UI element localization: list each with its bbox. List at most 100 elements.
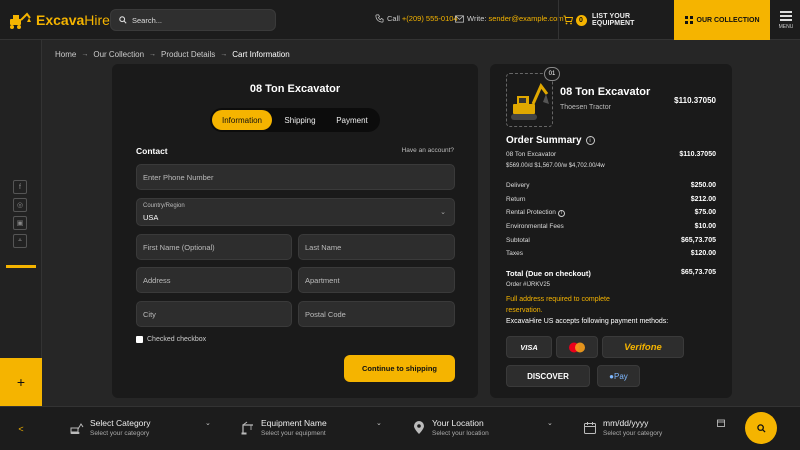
menu-button[interactable]: MENU: [772, 0, 800, 40]
search-icon: [119, 16, 127, 24]
mastercard-badge: [556, 336, 598, 358]
equipment-title: Equipment Name: [261, 418, 327, 428]
city-input[interactable]: [143, 309, 291, 319]
excavator-image: [511, 83, 549, 120]
excavator-logo-icon: [10, 12, 31, 29]
phone-input[interactable]: [143, 172, 454, 182]
gamepad-icon[interactable]: ▣: [13, 216, 27, 230]
email-contact[interactable]: Write: sender@example.com: [455, 14, 564, 23]
address-field[interactable]: [136, 267, 292, 293]
email-address[interactable]: sender@example.com: [488, 14, 563, 23]
excavator-icon: [70, 423, 84, 434]
last-name-field[interactable]: [298, 234, 455, 260]
location-title: Your Location: [432, 418, 484, 428]
line-value: $10.00: [694, 223, 716, 230]
info-icon[interactable]: i: [585, 136, 595, 145]
apartment-field[interactable]: [298, 267, 455, 293]
tab-information[interactable]: Information: [212, 110, 272, 130]
order-summary-label: Order Summary: [506, 135, 582, 146]
header-search[interactable]: [110, 9, 276, 31]
category-select[interactable]: Select Category Select your category ⌄: [70, 417, 220, 441]
postal-code-field[interactable]: [298, 301, 455, 327]
continue-to-shipping-button[interactable]: Continue to shipping: [344, 355, 455, 382]
have-account-link[interactable]: Have an account?: [402, 147, 454, 154]
summary-item-row: 08 Ton Excavator $110.37050: [506, 151, 716, 158]
checkout-form-panel: 08 Ton Excavator Information Shipping Pa…: [112, 64, 478, 398]
summary-line-taxes: Taxes $120.00: [506, 250, 716, 257]
breadcrumb-collection[interactable]: Our Collection: [93, 50, 144, 59]
tab-shipping[interactable]: Shipping: [272, 110, 328, 130]
total-label: Total (Due on checkout): [506, 269, 591, 278]
our-collection-button[interactable]: OUR COLLECTION: [674, 0, 770, 40]
city-field[interactable]: [136, 301, 292, 327]
line-value: $250.00: [690, 182, 716, 189]
last-name-input[interactable]: [305, 242, 454, 252]
verifone-label: Verifone: [624, 341, 662, 353]
address-input[interactable]: [143, 275, 291, 285]
address-note: Full address required to complete reserv…: [506, 296, 610, 314]
breadcrumb-arrow-icon: →: [81, 51, 89, 58]
call-label: Call: [387, 14, 400, 23]
breadcrumb-current: Cart Information: [232, 50, 290, 59]
checkbox-label: Checked checkbox: [147, 336, 207, 343]
line-label: Environmental Fees: [506, 223, 564, 230]
breadcrumb-product[interactable]: Product Details: [161, 50, 215, 59]
first-name-input[interactable]: [143, 242, 291, 252]
equipment-select[interactable]: Equipment Name Select your equipment ⌄: [241, 417, 391, 441]
list-equipment-button[interactable]: LIST YOUR EQUIPMENT: [592, 0, 674, 40]
checkbox[interactable]: [136, 336, 143, 343]
apartment-input[interactable]: [305, 275, 454, 285]
first-name-field[interactable]: [136, 234, 292, 260]
calendar-small-icon[interactable]: [717, 419, 725, 427]
chevron-down-icon: ⌄: [440, 209, 446, 216]
line-label: Delivery: [506, 182, 530, 189]
payment-methods-heading: ExcavaHire US accepts following payment …: [506, 318, 669, 325]
country-select[interactable]: Country/Region USA ⌄: [136, 198, 455, 226]
basket-icon[interactable]: ⩡: [13, 234, 27, 248]
breadcrumb-arrow-icon: →: [220, 51, 228, 58]
quantity-badge: 01: [544, 67, 560, 81]
bottom-search-bar: < Select Category Select your category ⌄…: [0, 406, 800, 450]
item-price: $110.37050: [679, 151, 716, 158]
visa-label: VISA: [520, 342, 538, 352]
menu-icon-bar: [780, 19, 792, 21]
info-icon[interactable]: i: [557, 209, 565, 217]
summary-line-subtotal: Subtotal $65,73.705: [506, 237, 716, 244]
facebook-icon[interactable]: f: [13, 180, 27, 194]
product-price: $110.37050: [674, 96, 716, 105]
phone-number[interactable]: +(209) 555-0104: [402, 14, 458, 23]
share-button[interactable]: <: [0, 407, 42, 450]
date-title: mm/dd/yyyy: [603, 418, 649, 428]
menu-icon: [780, 11, 792, 13]
country-label: Country/Region: [143, 203, 185, 209]
logo[interactable]: ExcavaHire: [8, 8, 110, 32]
postal-code-input[interactable]: [305, 309, 454, 319]
line-label: Return: [506, 196, 526, 203]
share-icon: <: [18, 424, 24, 434]
tab-payment[interactable]: Payment: [328, 110, 376, 130]
mastercard-icon: [569, 342, 585, 352]
instagram-icon[interactable]: ◎: [13, 198, 27, 212]
product-thumbnail: [506, 73, 553, 127]
country-value: USA: [143, 213, 159, 222]
bottom-search-button[interactable]: [745, 412, 777, 444]
cart-button[interactable]: 0: [558, 0, 590, 40]
product-name: 08 Ton Excavator: [560, 86, 651, 98]
chevron-down-icon: ⌄: [205, 420, 211, 427]
breadcrumb-arrow-icon: →: [149, 51, 157, 58]
line-label: Taxes: [506, 250, 523, 257]
menu-label: MENU: [778, 23, 794, 30]
date-picker[interactable]: mm/dd/yyyy Select your category: [583, 417, 733, 441]
add-button[interactable]: +: [0, 358, 42, 406]
phone-field[interactable]: [136, 164, 455, 190]
order-summary-panel: 01 08 Ton Excavator Thoesen Tractor $110…: [490, 64, 732, 398]
write-label: Write:: [467, 14, 487, 23]
checkbox-row[interactable]: Checked checkbox: [136, 336, 206, 343]
location-select[interactable]: Your Location Select your location ⌄: [412, 417, 562, 441]
category-subtitle: Select your category: [90, 430, 150, 437]
contact-heading: Contact: [136, 146, 168, 156]
search-input[interactable]: [132, 15, 262, 25]
phone-contact[interactable]: Call +(209) 555-0104: [375, 14, 458, 23]
breadcrumb-home[interactable]: Home: [55, 50, 76, 59]
menu-icon-bar: [780, 15, 792, 17]
